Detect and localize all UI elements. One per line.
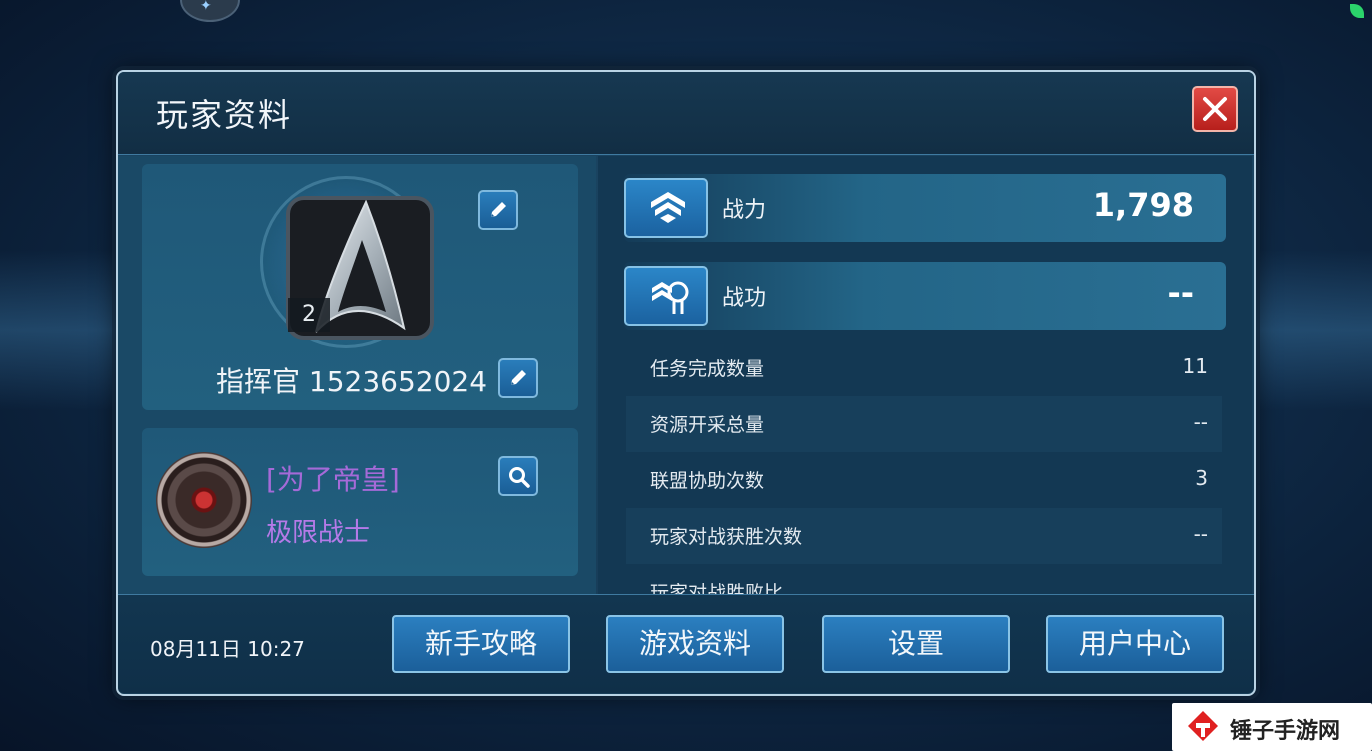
stat-row-label: 资源开采总量 (650, 414, 765, 436)
commander-name: 指挥官 1523652024 (216, 365, 488, 398)
alliance-tag: [为了帝皇] (266, 463, 400, 496)
game-info-button[interactable]: 游戏资料 (606, 615, 784, 673)
stat-power-label: 战力 (722, 198, 767, 223)
pencil-icon (511, 370, 526, 385)
alliance-card: [为了帝皇] 极限战士 (142, 428, 578, 576)
stat-row-label: 玩家对战胜败比 (650, 582, 784, 594)
stat-power: 战力 1,798 (624, 174, 1226, 242)
level-badge: 2 (288, 298, 330, 332)
stat-row: 资源开采总量 -- (626, 396, 1222, 452)
stat-row-value: -- (1193, 522, 1208, 546)
power-icon (651, 192, 685, 223)
stat-row: 玩家对战胜败比 (626, 564, 1222, 594)
leaf-icon (1350, 4, 1364, 18)
stat-row-value: 3 (1195, 466, 1208, 490)
watermark-text: 锤子手游网 (1230, 719, 1341, 744)
alliance-search-button[interactable] (498, 456, 538, 496)
stat-merit-label: 战功 (722, 286, 767, 311)
dialog-header: 玩家资料 (118, 72, 1254, 155)
edit-avatar-button[interactable] (478, 190, 518, 230)
stat-merit: 战功 -- (624, 262, 1226, 330)
watermark: 锤子手游网 (1172, 703, 1372, 751)
stat-row: 玩家对战获胜次数 -- (626, 508, 1222, 564)
search-icon (509, 467, 530, 488)
hammer-logo-icon (1188, 711, 1218, 741)
datetime-label: 08月11日 10:27 (150, 637, 305, 661)
close-icon (1203, 97, 1227, 121)
player-profile-dialog: 玩家资料 2 指挥官 1523652024 [为了帝皇] 极限战士 战力 1,7… (116, 70, 1256, 696)
top-menu-icon[interactable]: ✦ (180, 0, 240, 22)
stat-row-label: 联盟协助次数 (650, 470, 765, 492)
power-button[interactable] (624, 178, 708, 238)
merit-icon (652, 281, 689, 314)
alliance-emblem-icon (156, 452, 252, 548)
settings-button[interactable]: 设置 (822, 615, 1010, 673)
profile-card: 2 指挥官 1523652024 (142, 164, 578, 410)
dialog-title: 玩家资料 (156, 96, 293, 134)
pencil-icon (491, 202, 506, 217)
stat-power-value: 1,798 (1092, 186, 1194, 224)
user-center-button[interactable]: 用户中心 (1046, 615, 1224, 673)
stat-merit-value: -- (1167, 274, 1194, 312)
stat-row-label: 玩家对战获胜次数 (650, 526, 803, 548)
stat-row-value: 11 (1182, 354, 1208, 378)
stat-row: 任务完成数量 11 (626, 340, 1222, 396)
profile-column: 2 指挥官 1523652024 [为了帝皇] 极限战士 (118, 156, 596, 594)
close-button[interactable] (1192, 86, 1238, 132)
merit-button[interactable] (624, 266, 708, 326)
stats-panel: 战力 1,798 战功 -- 任务完成数量 11 资源开采总量 -- 联盟协助次… (598, 156, 1252, 594)
stat-row: 联盟协助次数 3 (626, 452, 1222, 508)
beginner-guide-button[interactable]: 新手攻略 (392, 615, 570, 673)
stat-row-value: -- (1193, 410, 1208, 434)
dialog-footer: 08月11日 10:27 新手攻略 游戏资料 设置 用户中心 (118, 594, 1254, 693)
alliance-name: 极限战士 (266, 518, 371, 548)
edit-name-button[interactable] (498, 358, 538, 398)
stat-row-label: 任务完成数量 (650, 358, 765, 380)
